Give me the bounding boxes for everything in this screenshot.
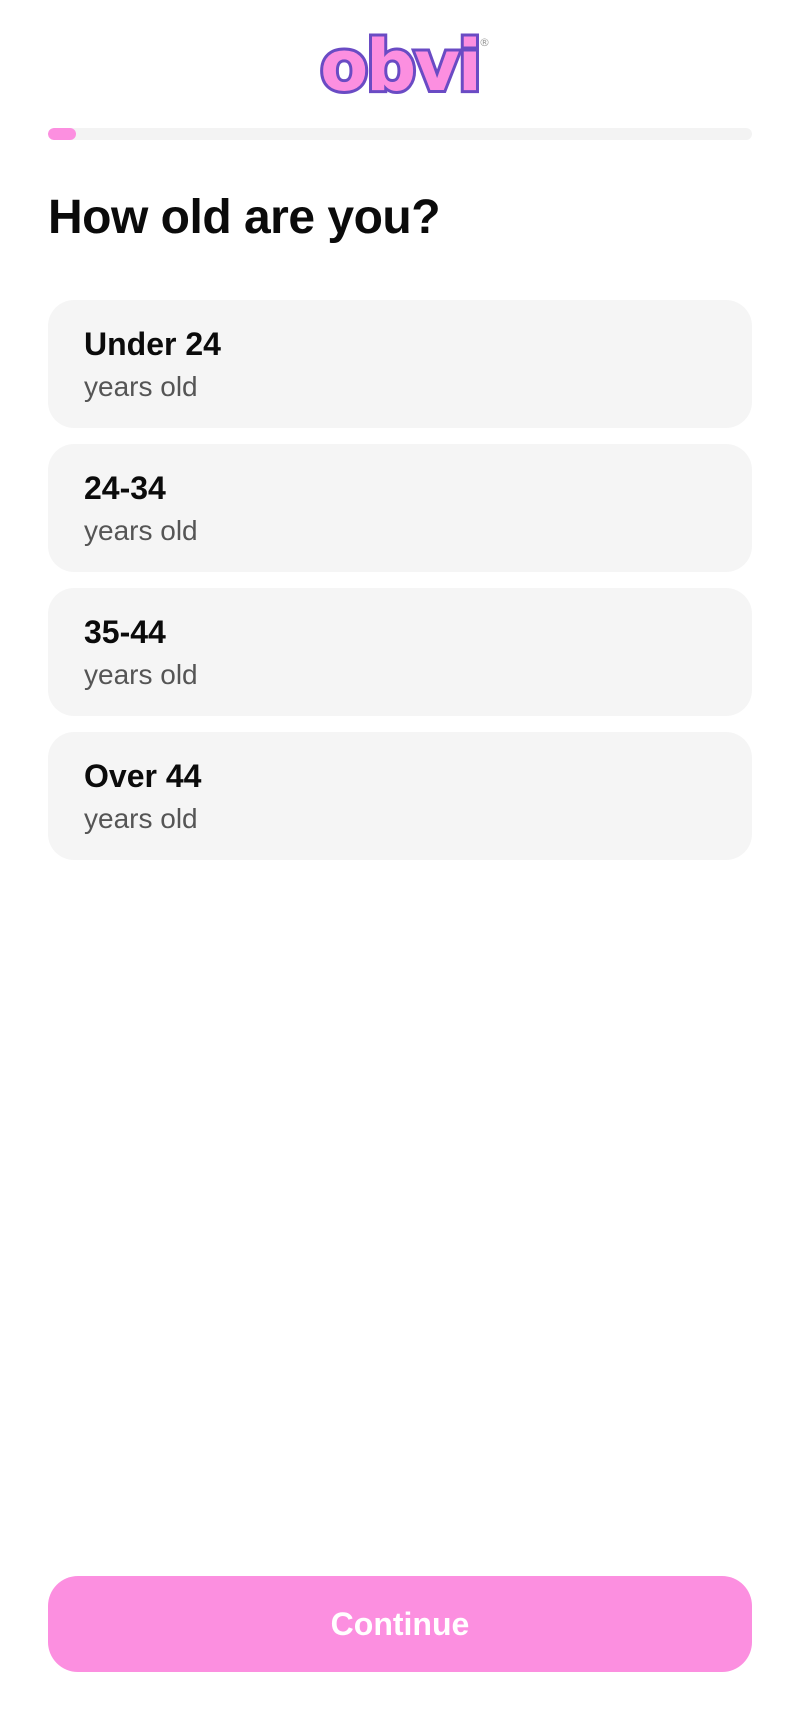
quiz-page: obvi ® How old are you? Under 24 years o… <box>0 0 800 1720</box>
registered-mark: ® <box>479 36 490 49</box>
progress-bar-fill <box>48 128 77 140</box>
answer-options: Under 24 years old 24-34 years old 35-44… <box>48 300 752 876</box>
option-sublabel: years old <box>84 371 198 402</box>
option-label: 35-44 <box>84 614 166 650</box>
option-label: 24-34 <box>84 470 166 506</box>
option-label: Under 24 <box>84 326 221 362</box>
obvi-logo: obvi ® <box>317 24 490 104</box>
option-24-34[interactable]: 24-34 years old <box>48 444 752 572</box>
option-35-44[interactable]: 35-44 years old <box>48 588 752 716</box>
option-sublabel: years old <box>84 515 198 546</box>
question-title: How old are you? <box>48 191 441 244</box>
option-over-44[interactable]: Over 44 years old <box>48 732 752 860</box>
continue-button[interactable]: Continue <box>48 1576 752 1672</box>
option-label: Over 44 <box>84 758 202 794</box>
progress-bar <box>48 128 752 140</box>
option-sublabel: years old <box>84 803 198 834</box>
option-sublabel: years old <box>84 659 198 690</box>
option-under-24[interactable]: Under 24 years old <box>48 300 752 428</box>
logo-wordmark: obvi <box>320 25 480 104</box>
header: obvi ® <box>0 24 800 104</box>
